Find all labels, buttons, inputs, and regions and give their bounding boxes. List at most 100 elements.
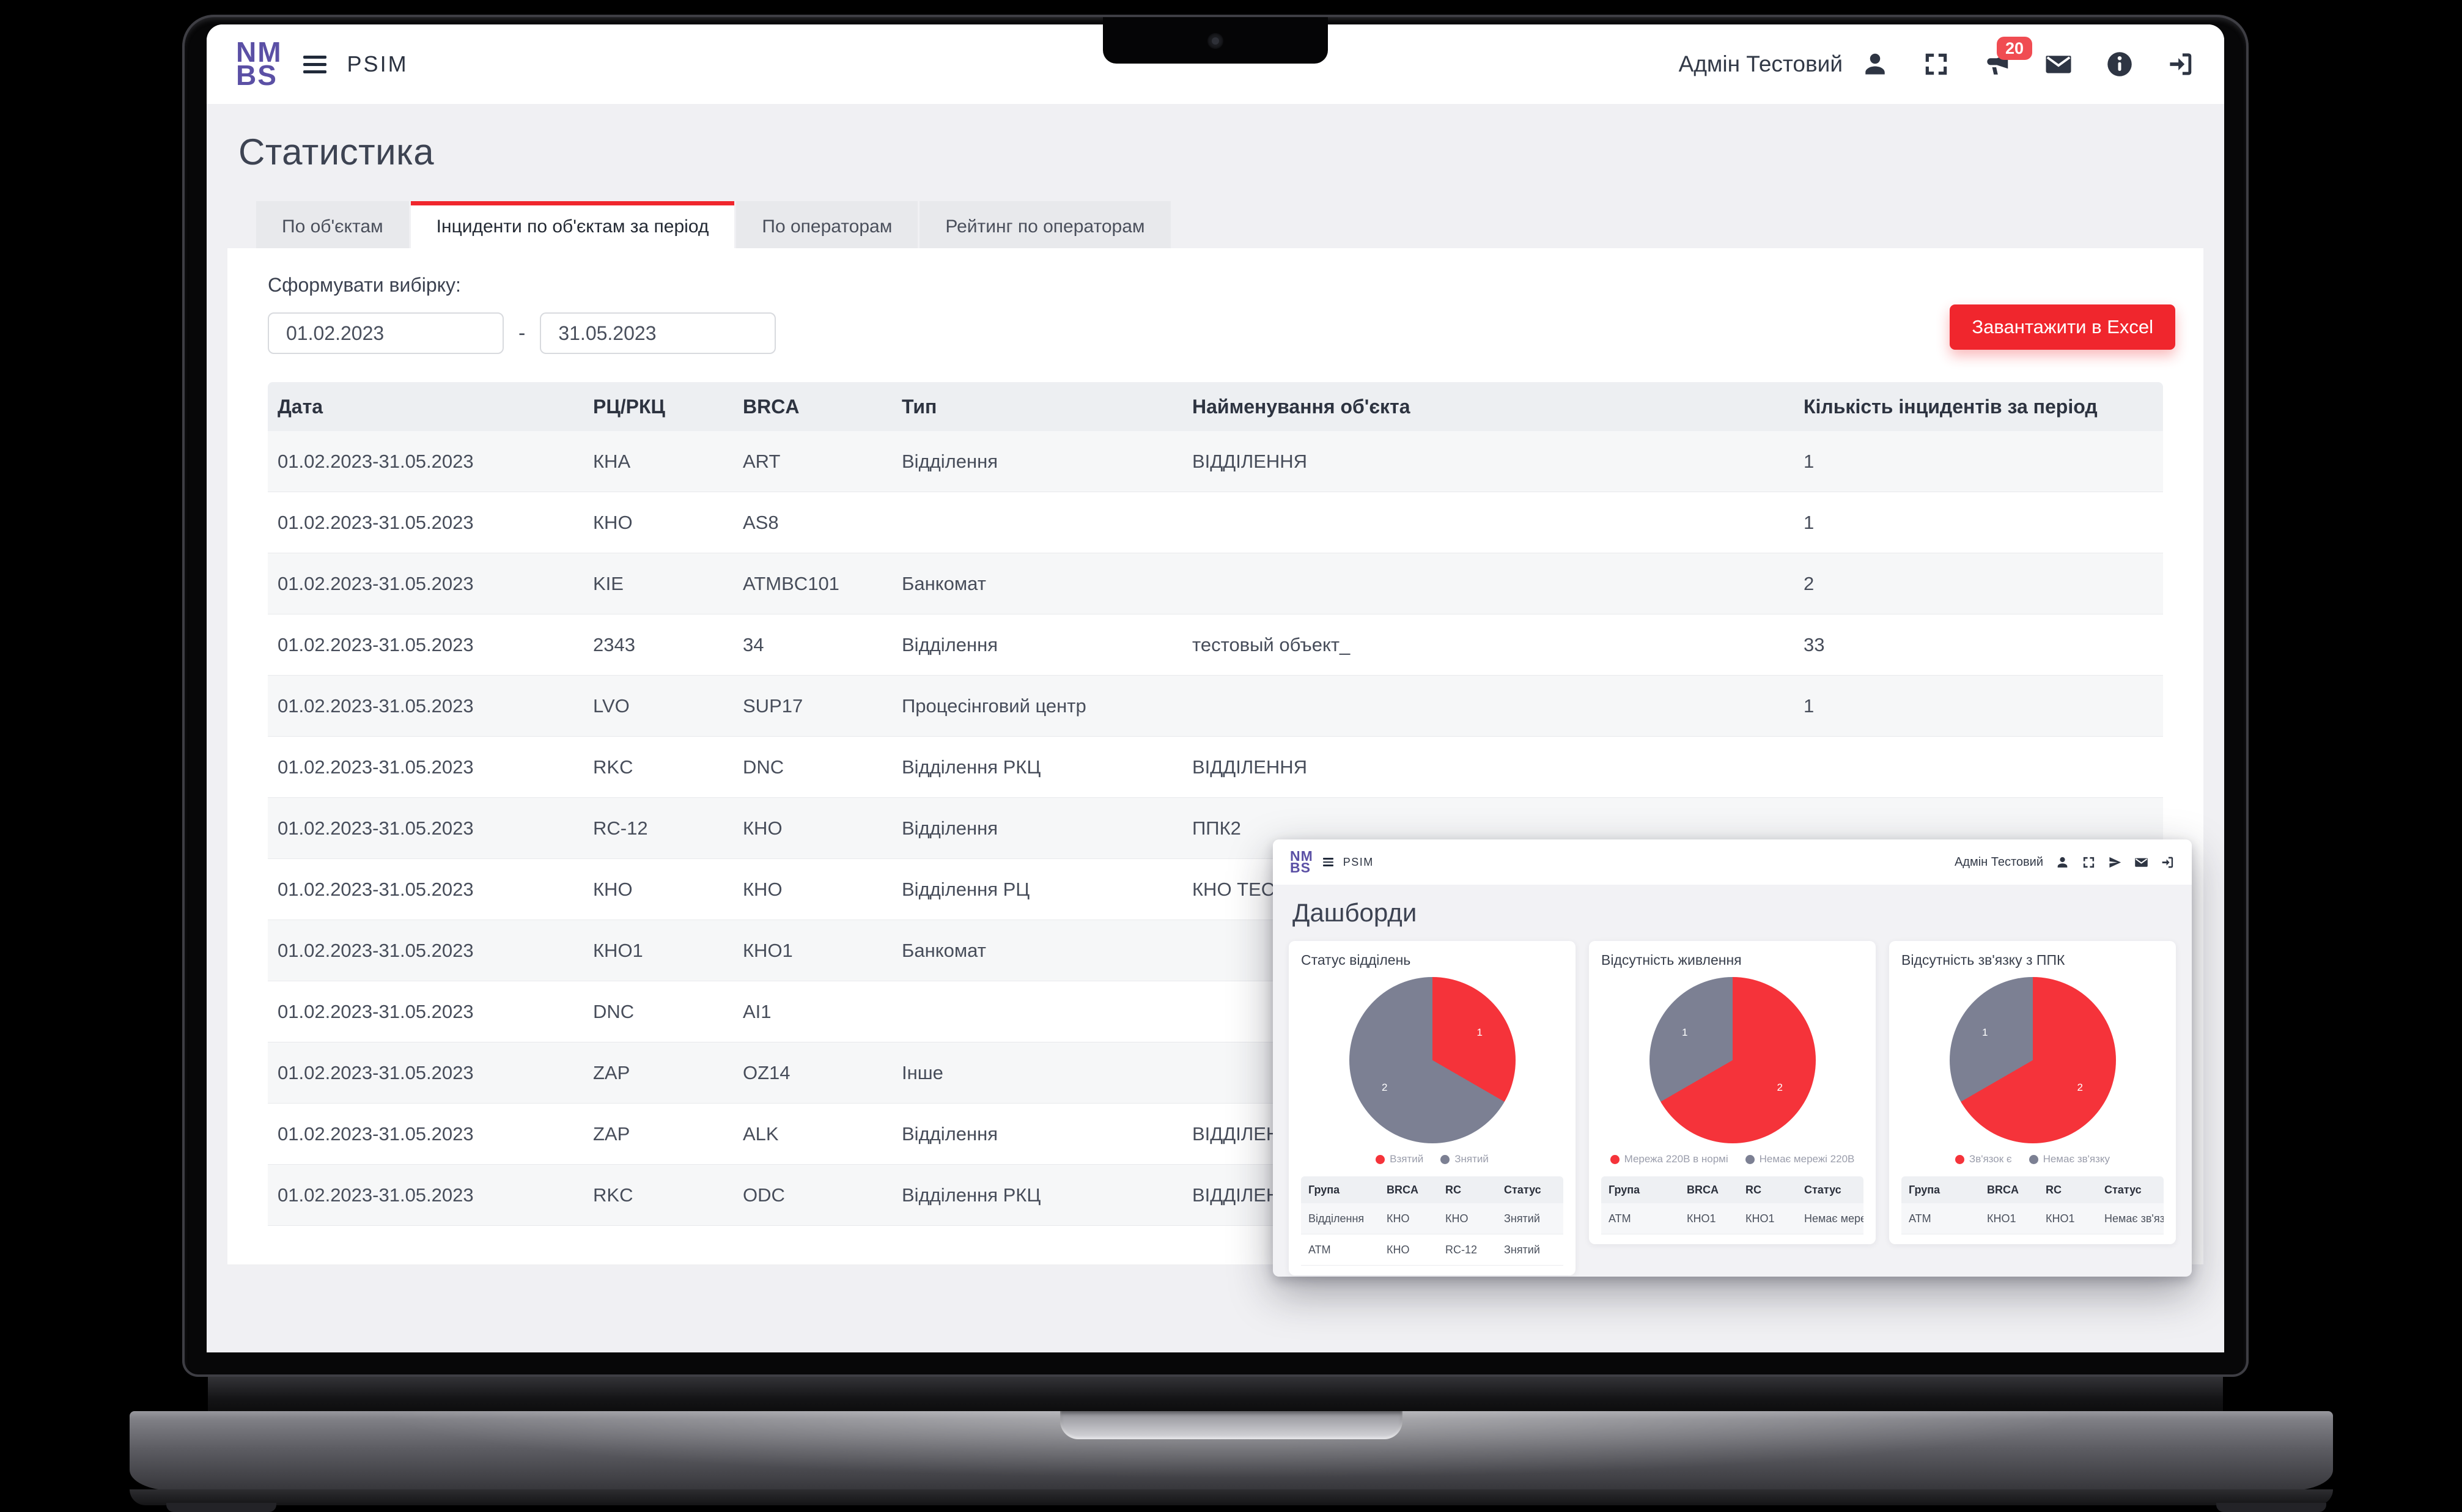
mail-icon[interactable] [2134,855,2148,869]
mini-column-header: BRCA [1980,1184,2038,1197]
cell-name: тестовый объект_ [1182,634,1794,656]
laptop-base [130,1411,2333,1491]
cell-brca: КНО [733,817,892,839]
fullscreen-icon[interactable] [2082,855,2096,869]
user-icon[interactable] [2055,855,2069,869]
laptop-foot-right [2216,1503,2326,1512]
cell-rc: КНА [583,451,733,473]
laptop-lid-lip [1060,1411,1402,1439]
legend-item: Немає зв'язку [2029,1153,2110,1165]
mini-cell: АТМ [1301,1244,1379,1256]
date-from-input[interactable] [268,312,504,354]
legend-label: Немає зв'язку [2043,1153,2110,1165]
mini-cell: Знятий [1497,1212,1563,1225]
cell-name: ВІДДІЛЕННЯ [1182,756,1794,778]
cell-brca: ALK [733,1123,892,1145]
pie-slice-label: 2 [2077,1082,2083,1094]
legend-dot [2029,1155,2038,1164]
cell-date: 01.02.2023-31.05.2023 [268,1123,583,1145]
app-window: NM BS PSIM Адмін Тестовий 20 [207,24,2224,1352]
mini-cell: КНО1 [1738,1212,1797,1225]
mini-column-header: BRCA [1379,1184,1438,1197]
mini-cell: КНО [1379,1212,1438,1225]
tab-3[interactable]: Рейтинг по операторам [920,201,1170,248]
webcam-icon [1207,33,1223,49]
tab-0[interactable]: По об'єктам [256,201,409,248]
mail-icon[interactable] [2044,50,2073,78]
send-icon[interactable] [2108,855,2122,869]
status-mini-table: ГрупаBRCARCСтатусАТМКНО1КНО1Немає зв'язк… [1901,1176,2164,1234]
menu-hamburger-icon[interactable] [303,56,326,73]
table-row: 01.02.2023-31.05.2023KIEATMBC101Банкомат… [268,553,2163,614]
cell-date: 01.02.2023-31.05.2023 [268,573,583,595]
cell-type: Відділення РЦ [892,879,1182,901]
info-icon[interactable] [2106,50,2134,78]
header-actions: Адмін Тестовий 20 [1679,50,2195,78]
user-icon[interactable] [1861,50,1889,78]
mini-cell: КНО1 [2038,1212,2097,1225]
legend-dot [1610,1155,1620,1164]
object-name: ВІДДІЛЕННЯ [1192,756,1307,778]
cell-count: 2 [1794,573,2163,595]
logout-icon[interactable] [2167,50,2195,78]
card-title: Відсутність зв'язку з ППК [1901,952,2164,968]
cell-brca: OZ14 [733,1062,892,1084]
cell-type: Інше [892,1062,1182,1084]
camera-notch [1103,17,1328,64]
tab-1[interactable]: Інциденти по об'єктам за період [411,201,735,248]
tabs: По об'єктамІнциденти по об'єктам за пері… [256,201,2203,248]
mini-table-rows: АТМКНО1КНО1Немає зв'язку [1901,1203,2164,1234]
cell-brca: ODC [733,1184,892,1206]
legend-dot [1440,1155,1450,1164]
cell-type: Відділення [892,451,1182,473]
dashboard-card-2: Відсутність зв'язку з ППК21Зв'язок єНема… [1889,941,2176,1244]
cell-type: Відділення РКЦ [892,1184,1182,1206]
app-name: PSIM [1343,856,1374,869]
page-title: Статистика [238,131,2203,173]
mini-table-row: ВідділенняКНОКНОЗнятий [1301,1203,1563,1234]
dashboard-cards: Статус відділень12ВзятийЗнятийГрупаBRCAR… [1289,941,2176,1275]
date-to-input[interactable] [540,312,776,354]
cell-rc: 2343 [583,634,733,656]
mini-table-row: АТМКНОRC-12Знятий [1301,1234,1563,1266]
legend-label: Знятий [1454,1153,1489,1165]
cell-date: 01.02.2023-31.05.2023 [268,1062,583,1084]
cell-date: 01.02.2023-31.05.2023 [268,695,583,717]
dashboards-window-header: NM BS PSIM Адмін Тестовий [1273,839,2192,885]
user-name[interactable]: Адмін Тестовий [1679,51,1843,77]
column-header: Тип [892,396,1182,418]
cell-count: 1 [1794,695,2163,717]
cell-rc: LVO [583,695,733,717]
column-header: Найменування об'єкта [1182,396,1794,418]
menu-hamburger-icon[interactable] [1323,858,1333,866]
object-name: ВІДДІЛЕННЯ [1192,451,1307,472]
mini-column-header: Група [1601,1184,1679,1197]
legend-label: Немає мережі 220В [1760,1153,1855,1165]
dashboards-body: Дашборди Статус відділень12ВзятийЗнятийГ… [1273,885,2192,1277]
download-excel-button[interactable]: Завантажити в Excel [1950,304,2175,350]
card-title: Відсутність живлення [1601,952,1863,968]
object-name: тестовый объект_ [1192,634,1350,655]
pie-chart: 12 [1349,977,1516,1143]
tab-2[interactable]: По операторам [736,201,918,248]
table-row: 01.02.2023-31.05.2023RKCDNCВідділення РК… [268,737,2163,798]
fullscreen-icon[interactable] [1922,50,1950,78]
cell-rc: DNC [583,1001,733,1023]
logout-icon[interactable] [2161,855,2175,869]
cell-rc: RKC [583,756,733,778]
cell-rc: ZAP [583,1062,733,1084]
notification-badge: 20 [1997,37,2032,60]
notifications-icon[interactable]: 20 [1983,50,2011,78]
legend-item: Мережа 220В в нормі [1610,1153,1728,1165]
cell-type: Відділення [892,634,1182,656]
cell-brca: AI1 [733,1001,892,1023]
cell-name: ППК2 [1182,817,1794,839]
cell-rc: КНО1 [583,940,733,962]
user-name[interactable]: Адмін Тестовий [1955,855,2043,869]
cell-type: Відділення РКЦ [892,756,1182,778]
legend-item: Знятий [1440,1153,1489,1165]
mini-cell: Знятий [1497,1244,1563,1256]
cell-brca: ART [733,451,892,473]
legend-label: Мережа 220В в нормі [1624,1153,1728,1165]
mini-column-header: Статус [2097,1184,2164,1197]
